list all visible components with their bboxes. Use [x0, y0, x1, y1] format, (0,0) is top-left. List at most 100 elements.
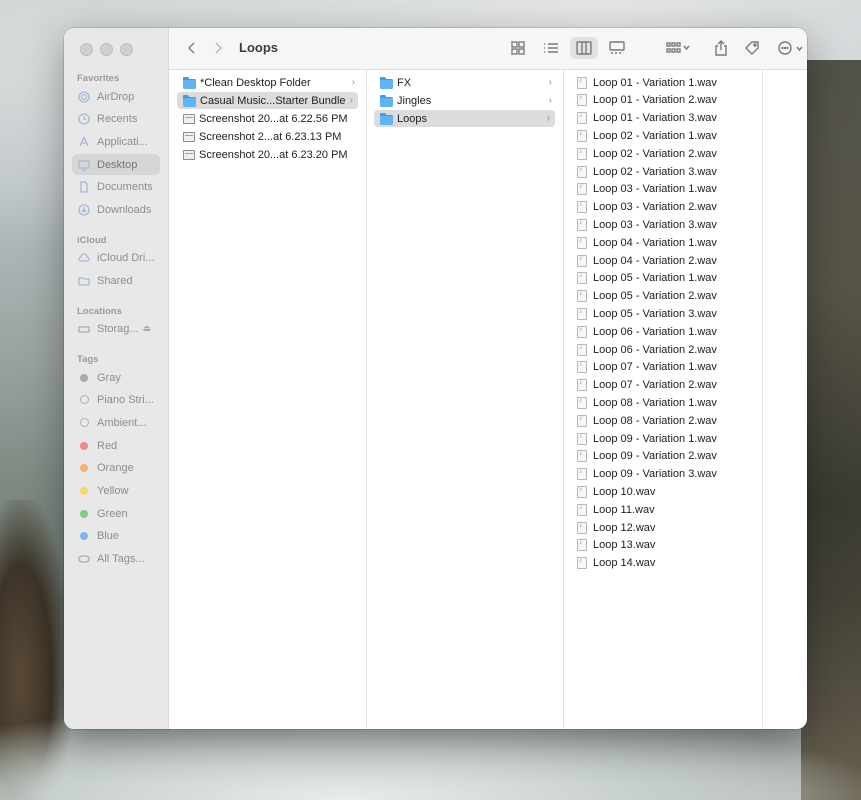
sidebar-tag-ambient[interactable]: Ambient... — [72, 412, 160, 433]
sidebar-item-airdrop[interactable]: AirDrop — [72, 86, 160, 107]
list-icon — [544, 43, 558, 53]
sidebar-item-label: Recents — [97, 112, 138, 125]
sidebar-item-applications[interactable]: Applicati... — [72, 131, 160, 152]
audio-file-icon — [577, 325, 587, 338]
wallpaper-cliff — [801, 60, 861, 800]
list-item[interactable]: Loop 01 - Variation 2.wav — [571, 92, 754, 109]
list-view-button[interactable] — [537, 37, 565, 59]
list-item[interactable]: Loop 13.wav — [571, 537, 754, 554]
tag-button[interactable] — [741, 37, 763, 59]
minimize-button[interactable] — [100, 43, 113, 56]
audio-file-icon — [577, 468, 587, 481]
forward-button[interactable] — [209, 37, 227, 59]
list-item[interactable]: Loop 10.wav — [571, 483, 754, 500]
list-item[interactable]: Loop 06 - Variation 2.wav — [571, 341, 754, 358]
sidebar-item-label: AirDrop — [97, 90, 135, 103]
audio-file-icon — [577, 557, 587, 570]
sidebar-item-documents[interactable]: Documents — [72, 176, 160, 197]
list-item[interactable]: Loops › — [374, 110, 555, 127]
list-item[interactable]: FX › — [374, 74, 557, 91]
back-button[interactable] — [183, 37, 201, 59]
audio-file-icon — [577, 94, 587, 107]
sidebar-item-downloads[interactable]: Downloads — [72, 199, 160, 220]
screenshot-icon — [183, 113, 195, 124]
sidebar: Favorites AirDrop Recents Applicati... D… — [64, 28, 169, 729]
list-item[interactable]: Loop 03 - Variation 2.wav — [571, 199, 754, 216]
sidebar-tag-piano[interactable]: Piano Stri... — [72, 389, 160, 410]
more-actions-button[interactable] — [774, 37, 807, 59]
item-label: Loop 01 - Variation 2.wav — [593, 94, 717, 107]
list-item[interactable]: Loop 02 - Variation 3.wav — [571, 163, 754, 180]
list-item[interactable]: Loop 09 - Variation 3.wav — [571, 466, 754, 483]
list-item[interactable]: Loop 03 - Variation 1.wav — [571, 181, 754, 198]
list-item[interactable]: Loop 02 - Variation 1.wav — [571, 127, 754, 144]
item-label: Loop 01 - Variation 1.wav — [593, 76, 717, 89]
list-item[interactable]: Loop 04 - Variation 1.wav — [571, 234, 754, 251]
gallery-view-button[interactable] — [603, 37, 631, 59]
audio-file-icon — [577, 236, 587, 249]
list-item[interactable]: Loop 05 - Variation 3.wav — [571, 305, 754, 322]
list-item[interactable]: Loop 14.wav — [571, 555, 754, 572]
sidebar-tag-green[interactable]: Green — [72, 503, 160, 524]
cloud-icon — [78, 252, 90, 264]
list-item[interactable]: Loop 01 - Variation 3.wav — [571, 110, 754, 127]
sidebar-tag-orange[interactable]: Orange — [72, 457, 160, 478]
sidebar-item-label: Red — [97, 439, 118, 452]
list-item[interactable]: Loop 12.wav — [571, 519, 754, 536]
list-item[interactable]: Loop 02 - Variation 2.wav — [571, 145, 754, 162]
item-label: Loop 01 - Variation 3.wav — [593, 112, 717, 125]
list-item[interactable]: *Clean Desktop Folder › — [177, 74, 360, 91]
list-item[interactable]: Loop 09 - Variation 1.wav — [571, 430, 754, 447]
item-label: Loop 03 - Variation 1.wav — [593, 183, 717, 196]
drive-icon — [78, 323, 90, 335]
sidebar-item-label: Piano Stri... — [97, 393, 154, 406]
list-item[interactable]: Loop 03 - Variation 3.wav — [571, 216, 754, 233]
list-item[interactable]: Screenshot 20...at 6.23.20 PM — [177, 146, 360, 163]
tags-header: Tags — [77, 354, 99, 365]
list-item[interactable]: Loop 05 - Variation 1.wav — [571, 270, 754, 287]
tag-dot-icon — [78, 372, 90, 384]
sidebar-item-desktop[interactable]: Desktop — [72, 154, 160, 175]
eject-icon[interactable]: ⏏ — [143, 323, 152, 334]
list-item[interactable]: Loop 06 - Variation 1.wav — [571, 323, 754, 340]
locations-header: Locations — [77, 306, 122, 317]
sidebar-item-label: iCloud Dri... — [97, 251, 155, 264]
audio-file-icon — [577, 379, 587, 392]
list-item[interactable]: Screenshot 2...at 6.23.13 PM — [177, 128, 360, 145]
share-button[interactable] — [710, 37, 732, 59]
group-by-button[interactable] — [661, 37, 695, 59]
sidebar-tag-blue[interactable]: Blue — [72, 525, 160, 546]
list-item[interactable]: Loop 05 - Variation 2.wav — [571, 288, 754, 305]
list-item[interactable]: Screenshot 20...at 6.22.56 PM — [177, 110, 360, 127]
sidebar-tag-all[interactable]: All Tags... — [72, 548, 160, 569]
zoom-button[interactable] — [120, 43, 133, 56]
sidebar-tag-red[interactable]: Red — [72, 435, 160, 456]
sidebar-item-storage[interactable]: Storag... ⏏ — [72, 318, 160, 339]
list-item[interactable]: Loop 07 - Variation 2.wav — [571, 377, 754, 394]
sidebar-item-recents[interactable]: Recents — [72, 108, 160, 129]
list-item[interactable]: Loop 07 - Variation 1.wav — [571, 359, 754, 376]
list-item[interactable]: Loop 04 - Variation 2.wav — [571, 252, 754, 269]
item-label: Loop 14.wav — [593, 557, 656, 570]
list-item[interactable]: Jingles › — [374, 92, 557, 109]
shared-folder-icon — [78, 275, 90, 287]
list-item[interactable]: Loop 08 - Variation 2.wav — [571, 412, 754, 429]
list-item[interactable]: Loop 09 - Variation 2.wav — [571, 448, 754, 465]
sidebar-tag-gray[interactable]: Gray — [72, 367, 160, 388]
sidebar-item-label: Yellow — [97, 484, 129, 497]
list-item[interactable]: Loop 01 - Variation 1.wav — [571, 74, 754, 91]
list-item[interactable]: Loop 08 - Variation 1.wav — [571, 394, 754, 411]
sidebar-item-icloud-drive[interactable]: iCloud Dri... — [72, 247, 160, 268]
tag-dot-icon — [78, 440, 90, 452]
document-icon — [78, 180, 90, 193]
sidebar-item-shared[interactable]: Shared — [72, 270, 160, 291]
close-button[interactable] — [80, 43, 93, 56]
icon-view-button[interactable] — [504, 37, 532, 59]
sidebar-tag-yellow[interactable]: Yellow — [72, 480, 160, 501]
item-label: Loop 07 - Variation 2.wav — [593, 379, 717, 392]
list-item[interactable]: Loop 11.wav — [571, 501, 754, 518]
audio-file-icon — [577, 218, 587, 231]
list-item[interactable]: Casual Music...Starter Bundle › — [177, 92, 358, 109]
folder-icon — [183, 95, 196, 107]
column-view-button[interactable] — [570, 37, 598, 59]
